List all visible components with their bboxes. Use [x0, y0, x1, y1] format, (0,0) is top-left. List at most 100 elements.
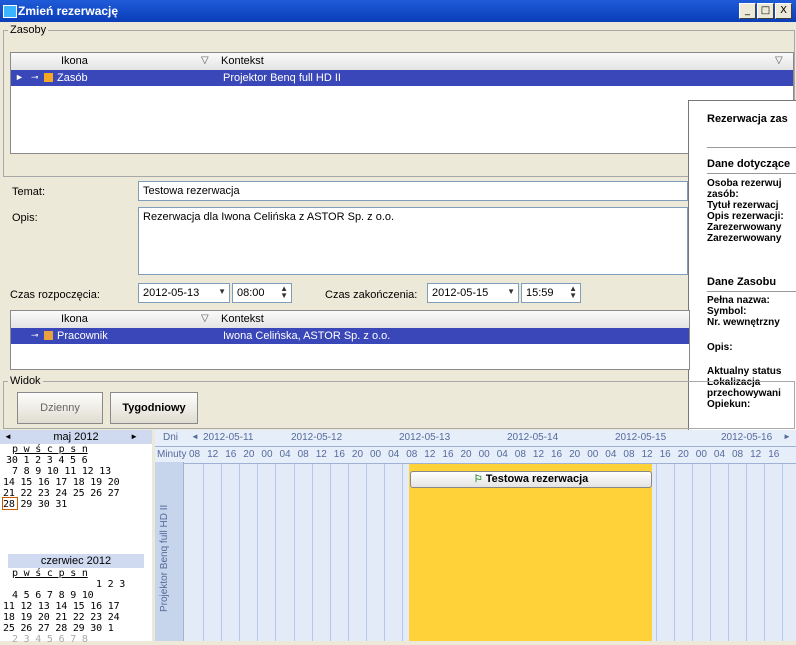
grid-column — [727, 464, 729, 641]
zasoby-grid[interactable]: Ikona ▽ Kontekst ▽ ► ⊸ Zasób Projektor B… — [10, 52, 794, 154]
reservation-icon: ⚐ — [473, 474, 483, 485]
end-time-stepper[interactable]: 15:59 ▲ ▼ — [521, 283, 581, 303]
grid-column — [257, 464, 259, 641]
col-context-header[interactable]: Kontekst — [221, 313, 264, 325]
grid-column — [782, 464, 784, 641]
hour-label: 04 — [388, 449, 400, 460]
weekly-view-button[interactable]: Tygodniowy — [110, 392, 198, 424]
grid-column — [275, 464, 277, 641]
maximize-button[interactable]: □ — [757, 3, 774, 19]
calendar-week[interactable]: 21 22 23 24 25 26 27 — [0, 488, 152, 499]
calendar-week[interactable]: 30 1 2 3 4 5 6 — [0, 455, 152, 466]
end-date-picker[interactable]: 2012-05-15 ▼ — [427, 283, 519, 303]
col-icon-header[interactable]: Ikona — [61, 313, 88, 325]
close-button[interactable]: X — [775, 3, 792, 19]
day-label: 2012-05-16 — [721, 432, 773, 443]
grid-column — [221, 464, 223, 641]
hour-label: 12 — [424, 449, 436, 460]
calendar-week[interactable]: 4 5 6 7 8 9 10 — [0, 590, 152, 601]
filter-icon[interactable]: ▽ — [201, 313, 209, 324]
mini-calendar[interactable]: ◄ maj 2012 ► p w ś c p s n 30 1 2 3 4 5 … — [0, 430, 152, 645]
calendar-month-header: czerwiec 2012 — [8, 554, 144, 568]
end-time-value: 15:59 — [526, 287, 554, 299]
hour-label: 16 — [225, 449, 237, 460]
hour-label: 20 — [243, 449, 255, 460]
pracownik-grid-header: Ikona ▽ Kontekst — [11, 311, 689, 329]
grid-column — [764, 464, 766, 641]
resource-row-header: Projektor Benq full HD II — [155, 462, 184, 641]
table-row[interactable]: ► ⊸ Zasób Projektor Benq full HD II — [11, 70, 793, 86]
popup-line: Tytuł rezerwacj — [707, 200, 779, 211]
chevron-down-icon[interactable]: ▼ — [218, 287, 226, 296]
popup-line: Osoba rezerwuj — [707, 178, 782, 189]
prev-day-icon[interactable]: ◄ — [191, 432, 199, 441]
reservation-label[interactable]: ⚐ Testowa rezerwacja — [410, 471, 652, 488]
popup-title: Rezerwacja zas — [707, 113, 788, 125]
popup-line: Opis rezerwacji: — [707, 211, 784, 222]
hour-label: 08 — [297, 449, 309, 460]
filter-icon[interactable]: ▽ — [775, 55, 783, 66]
calendar-week[interactable]: 1 2 3 — [0, 579, 152, 590]
calendar-week[interactable]: 18 19 20 21 22 23 24 — [0, 612, 152, 623]
hour-label: 20 — [351, 449, 364, 460]
reservation-block[interactable] — [409, 464, 652, 641]
hour-label: 20 — [460, 449, 472, 460]
hour-label: 16 — [768, 449, 780, 460]
temat-input[interactable]: Testowa rezerwacja — [138, 181, 688, 201]
pracownik-grid[interactable]: Ikona ▽ Kontekst ⊸ Pracownik Iwona Celiń… — [10, 310, 690, 370]
opis-textarea[interactable]: Rezerwacja dla Iwona Celińska z ASTOR Sp… — [138, 207, 688, 275]
col-context-header[interactable]: Kontekst — [221, 55, 264, 67]
start-time-value: 08:00 — [237, 287, 265, 299]
hour-label: 04 — [713, 449, 726, 460]
popup-line: Zarezerwowany — [707, 233, 782, 244]
popup-line: Pełna nazwa: — [707, 295, 770, 306]
hour-label: 12 — [315, 449, 327, 460]
row-context: Projektor Benq full HD II — [223, 72, 341, 84]
row-expand-icon[interactable]: ► — [15, 72, 24, 82]
grid-column — [709, 464, 711, 641]
grid-column — [402, 464, 404, 641]
popup-section-1: Dane dotyczące — [707, 158, 791, 170]
day-label: 2012-05-11 — [203, 432, 254, 443]
start-time-stepper[interactable]: 08:00 ▲ ▼ — [232, 283, 292, 303]
col-icon-header[interactable]: Ikona — [61, 55, 88, 67]
resource-name-label: Projektor Benq full HD II — [159, 504, 170, 612]
calendar-week[interactable]: 14 15 16 17 18 19 20 — [0, 477, 152, 488]
schedule-view[interactable]: Dni ◄ 2012-05-11 2012-05-12 2012-05-13 2… — [155, 430, 796, 641]
day-label: 2012-05-12 — [291, 432, 343, 443]
table-row[interactable]: ⊸ Pracownik Iwona Celińska, ASTOR Sp. z … — [11, 328, 689, 344]
hour-label: 04 — [605, 449, 617, 460]
window-title: Zmień rezerwację — [18, 4, 119, 18]
next-month-icon[interactable]: ► — [130, 430, 138, 444]
hour-label: 12 — [207, 449, 219, 460]
days-row-label: Dni — [163, 432, 179, 443]
next-day-icon[interactable]: ► — [783, 432, 791, 441]
calendar-month-label: maj 2012 — [53, 431, 99, 443]
end-date-value: 2012-05-15 — [432, 287, 489, 299]
calendar-week[interactable]: 11 12 13 14 15 16 17 — [0, 601, 152, 612]
daily-view-button[interactable]: Dzienny — [17, 392, 103, 424]
grid-column — [329, 464, 331, 641]
start-date-value: 2012-05-13 — [143, 287, 200, 299]
filter-icon[interactable]: ▽ — [201, 55, 209, 66]
start-date-picker[interactable]: 2012-05-13 ▼ — [138, 283, 230, 303]
minimize-button[interactable]: _ — [739, 3, 756, 19]
popup-line: Nr. wewnętrzny — [707, 317, 780, 328]
prev-month-icon[interactable]: ◄ — [4, 430, 12, 444]
spin-icon[interactable]: ▲ ▼ — [280, 285, 288, 300]
grid-column — [293, 464, 295, 641]
hour-label: 00 — [261, 449, 273, 460]
app-icon — [3, 5, 17, 18]
spin-icon[interactable]: ▲ ▼ — [569, 285, 577, 300]
calendar-week[interactable]: 7 8 9 10 11 12 13 — [0, 466, 152, 477]
title-bar: Zmień rezerwację _ □ X — [0, 0, 796, 22]
hour-label: 00 — [370, 449, 382, 460]
calendar-week[interactable]: 25 26 27 28 29 30 1 — [0, 623, 152, 634]
calendar-week[interactable]: 2 3 4 5 6 7 8 — [0, 634, 152, 645]
hour-label: 12 — [641, 449, 653, 460]
chevron-down-icon[interactable]: ▼ — [507, 287, 515, 296]
hour-label: 08 — [406, 449, 418, 460]
calendar-week[interactable]: 28 29 30 31 — [0, 499, 152, 510]
hour-label: 08 — [732, 449, 744, 460]
hour-label: 08 — [189, 449, 201, 460]
